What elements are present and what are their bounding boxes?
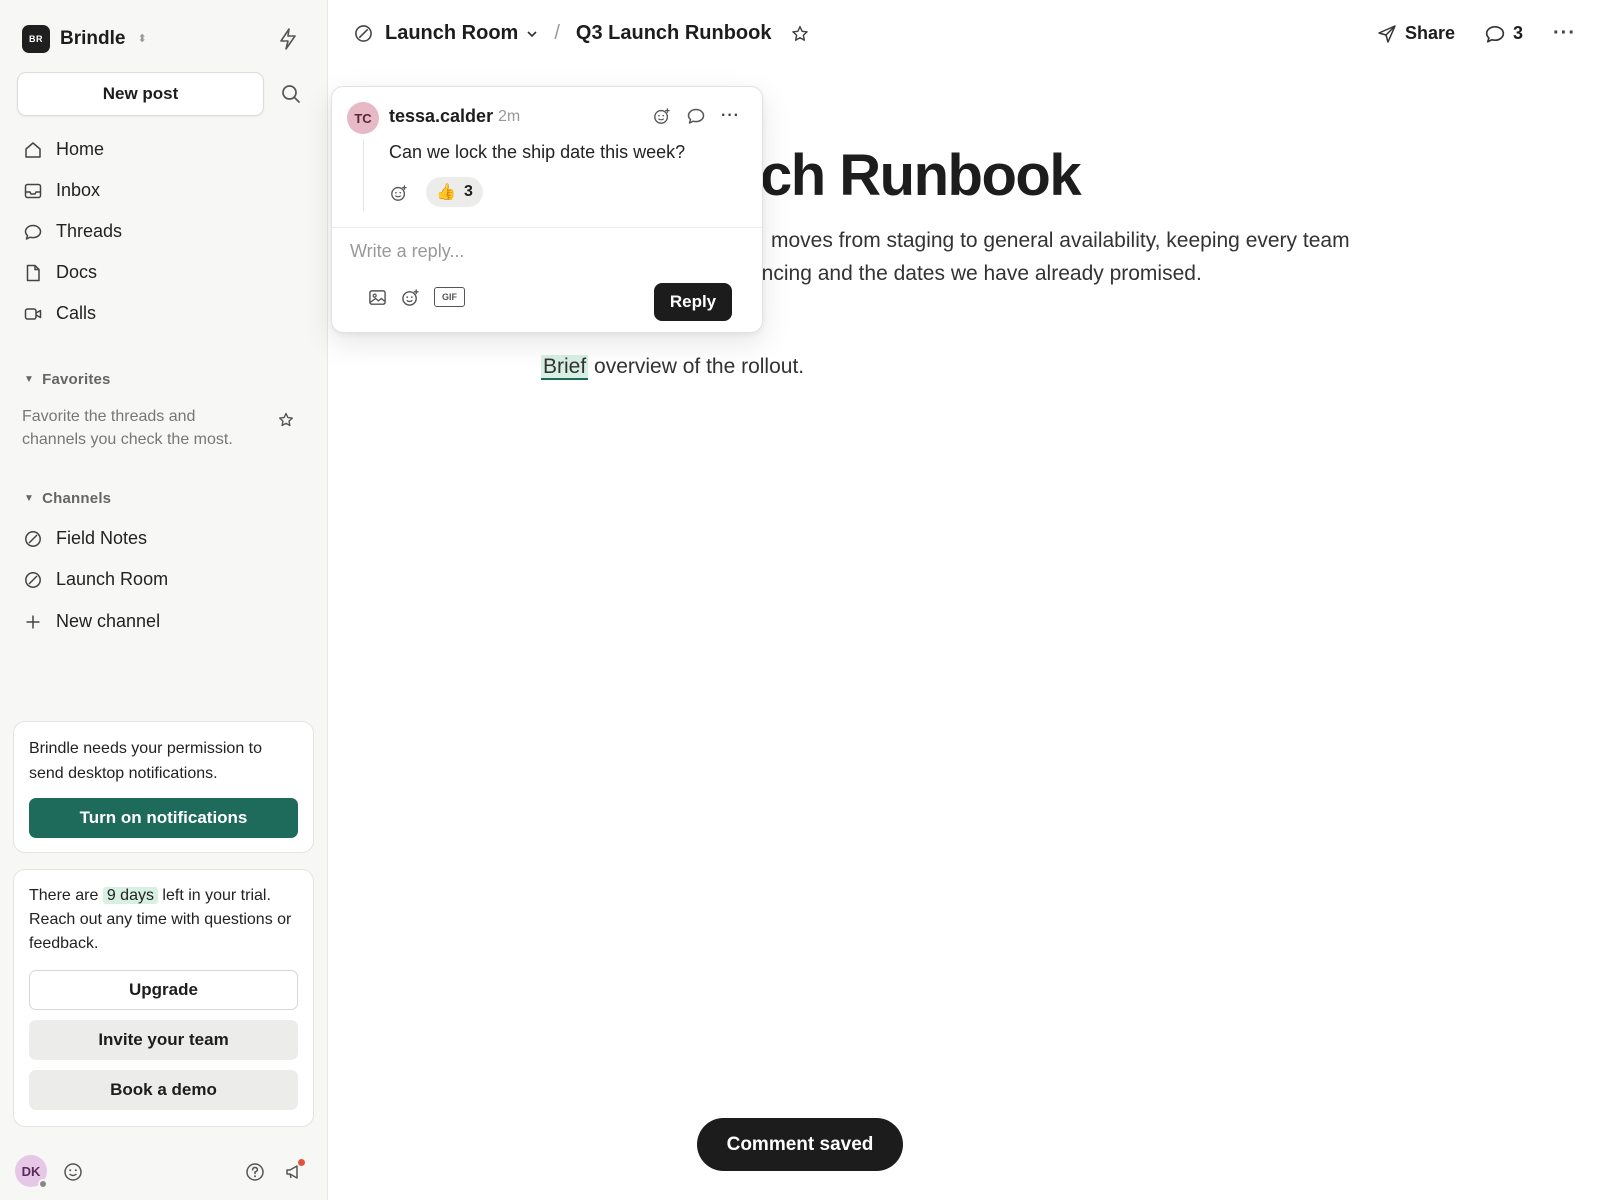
more-options-icon[interactable]: ··· <box>1553 22 1576 45</box>
sidebar-item-label: Calls <box>56 303 97 323</box>
trial-card-text: There are 9 days left in your trial. Rea… <box>29 887 292 952</box>
favorites-section-toggle[interactable]: ▼ Favorites <box>24 371 111 388</box>
reply-input[interactable] <box>350 241 730 262</box>
reaction-chip[interactable]: 👍 3 <box>426 177 483 207</box>
turn-on-notifications-button[interactable]: Turn on notifications <box>29 798 298 838</box>
new-post-button[interactable]: New post <box>17 72 264 116</box>
sidebar-item-label: Inbox <box>56 180 101 200</box>
share-button[interactable]: Share <box>1377 23 1455 44</box>
sidebar-item-calls[interactable]: Calls <box>24 303 96 324</box>
document-title: ch Runbook <box>760 143 1082 208</box>
sidebar-item-label: Launch Room <box>56 569 169 589</box>
chat-bubble-icon <box>1485 24 1505 44</box>
search-icon[interactable] <box>281 84 301 104</box>
favorites-empty-text: Favorite the threads and channels you ch… <box>22 408 233 448</box>
comment-count: 3 <box>1513 23 1524 43</box>
upgrade-button[interactable]: Upgrade <box>29 970 298 1010</box>
channel-slash-icon <box>24 530 42 548</box>
plus-icon <box>24 613 42 631</box>
comment-actions: ··· <box>653 107 740 125</box>
notification-permission-card: Brindle needs your permission to send de… <box>13 721 314 853</box>
lightning-icon[interactable] <box>279 28 297 50</box>
document-paragraph: Brief overview of the rollout. <box>541 355 805 380</box>
reply-thread-icon[interactable] <box>687 107 705 125</box>
comment-author[interactable]: tessa.calder <box>389 106 493 127</box>
channel-slash-icon <box>354 24 373 43</box>
thread-line <box>363 139 364 211</box>
sidebar-item-docs[interactable]: Docs <box>24 262 97 283</box>
more-options-icon[interactable]: ··· <box>721 107 740 125</box>
video-icon <box>24 305 42 323</box>
notification-dot <box>298 1159 305 1166</box>
avatar[interactable]: TC <box>347 102 379 134</box>
smiley-icon[interactable] <box>63 1162 83 1182</box>
breadcrumb-channel[interactable]: Launch Room <box>385 22 538 45</box>
reaction-count: 3 <box>464 183 473 200</box>
sidebar-item-label: Docs <box>56 262 98 282</box>
emoji-icon[interactable] <box>401 288 420 307</box>
add-reaction-icon[interactable] <box>653 107 671 125</box>
top-actions: Share 3 ··· <box>1377 22 1576 45</box>
sidebar-item-label: Field Notes <box>56 528 148 548</box>
triangle-down-icon: ▼ <box>24 493 35 504</box>
reply-toolbar: GIF <box>368 287 465 307</box>
notification-card-text: Brindle needs your permission to send de… <box>29 740 263 782</box>
inbox-icon <box>24 182 42 200</box>
document-paragraph-line: moves from staging to general availabili… <box>771 229 1350 252</box>
sidebar-item-home[interactable]: Home <box>24 139 104 160</box>
chevron-updown-icon: ⬍ <box>137 32 147 45</box>
workspace-switcher[interactable]: BR Brindle ⬍ <box>22 25 147 53</box>
sidebar-item-threads[interactable]: Threads <box>24 221 122 242</box>
workspace-name: Brindle <box>60 28 126 49</box>
presence-indicator <box>38 1179 48 1189</box>
sidebar-channel-launch-room[interactable]: Launch Room <box>24 569 168 590</box>
breadcrumb-separator: / <box>554 22 560 44</box>
thumbs-up-emoji: 👍 <box>436 184 456 201</box>
trial-card: There are 9 days left in your trial. Rea… <box>13 869 314 1127</box>
new-channel-button[interactable]: New channel <box>24 611 160 632</box>
star-icon[interactable] <box>791 25 809 43</box>
trial-days-badge: 9 days <box>102 887 158 904</box>
image-icon[interactable] <box>368 288 387 307</box>
breadcrumb-doc-title[interactable]: Q3 Launch Runbook <box>576 22 772 45</box>
sidebar-item-label: New channel <box>56 611 161 631</box>
commented-text-highlight[interactable]: Brief <box>541 355 589 380</box>
sidebar-item-label: Threads <box>56 221 123 241</box>
sidebar-item-label: Home <box>56 139 105 159</box>
help-icon[interactable] <box>245 1162 265 1182</box>
divider <box>332 227 762 228</box>
triangle-down-icon: ▼ <box>24 374 35 385</box>
book-demo-button[interactable]: Book a demo <box>29 1070 298 1110</box>
add-reaction-icon[interactable] <box>390 184 408 202</box>
home-icon <box>24 141 42 159</box>
reply-button[interactable]: Reply <box>654 283 732 321</box>
comment-timestamp: 2m <box>498 108 521 125</box>
sidebar: BR Brindle ⬍ New post Home Inbox Threads… <box>0 0 328 1200</box>
channel-slash-icon <box>24 571 42 589</box>
document-icon <box>24 264 42 282</box>
chevron-down-icon <box>526 28 538 40</box>
comments-button[interactable]: 3 <box>1485 23 1523 44</box>
comment-body: Can we lock the ship date this week? <box>389 142 686 162</box>
sidebar-channel-field-notes[interactable]: Field Notes <box>24 528 147 549</box>
sidebar-item-inbox[interactable]: Inbox <box>24 180 100 201</box>
toast-notification: Comment saved <box>697 1118 903 1171</box>
workspace-logo: BR <box>22 25 50 53</box>
star-icon[interactable] <box>278 412 294 428</box>
document-paragraph-line: encing and the dates we have already pro… <box>750 262 1202 285</box>
gif-button[interactable]: GIF <box>434 287 465 307</box>
breadcrumb: Launch Room / Q3 Launch Runbook <box>354 22 809 45</box>
chat-bubble-icon <box>24 223 42 241</box>
comment-popover: TC tessa.calder 2m ··· Can we lock the s… <box>331 86 763 333</box>
section-heading: Favorites <box>42 371 111 388</box>
section-heading: Channels <box>42 490 112 507</box>
invite-team-button[interactable]: Invite your team <box>29 1020 298 1060</box>
channels-section-toggle[interactable]: ▼ Channels <box>24 490 111 507</box>
send-icon <box>1377 24 1397 44</box>
